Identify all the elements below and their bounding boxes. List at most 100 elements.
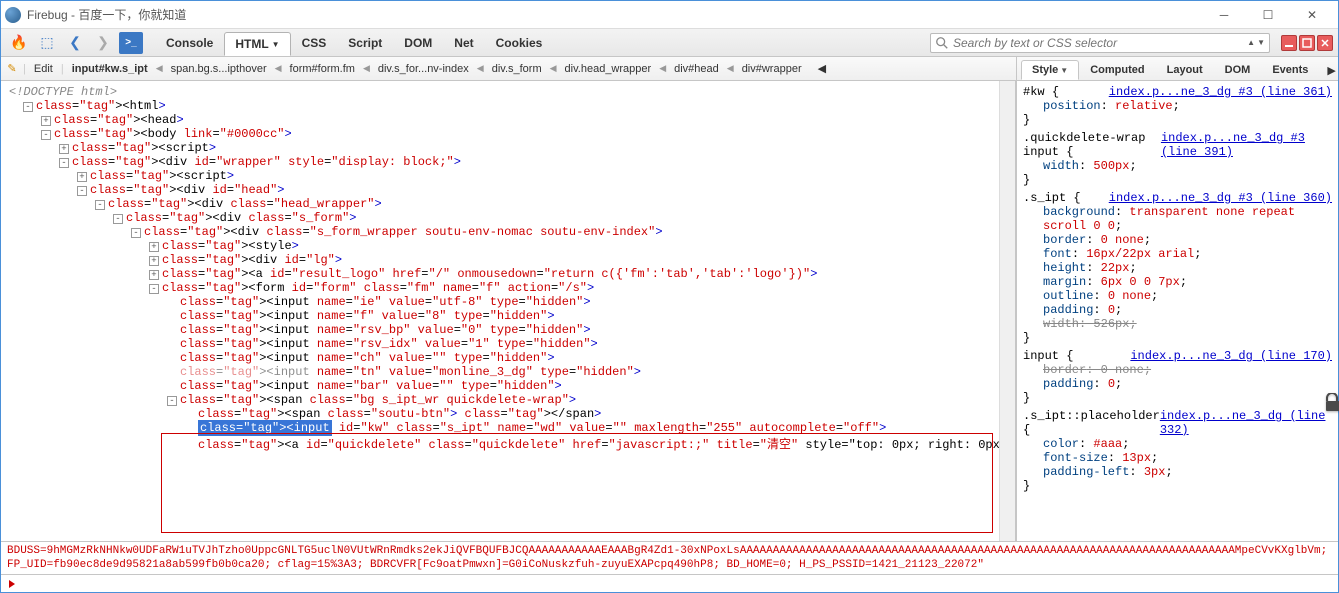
close-button[interactable]: ✕ xyxy=(1290,3,1334,27)
breadcrumb-item[interactable]: div.s_for...nv-index xyxy=(370,60,477,78)
tree-node[interactable]: -class="tag"><div class="s_form_wrapper … xyxy=(9,225,1007,239)
tree-node[interactable]: +class="tag"><script> xyxy=(9,169,1007,183)
back-button[interactable]: ❮ xyxy=(63,32,87,54)
breadcrumb-bar: ✎ | Edit | input#kw.s_ipt◀span.bg.s...ip… xyxy=(1,57,1016,81)
tree-node[interactable]: +class="tag"><style> xyxy=(9,239,1007,253)
toggle-icon[interactable]: + xyxy=(149,256,159,266)
firebug-menu-icon[interactable]: 🔥 xyxy=(7,32,31,54)
prompt-icon xyxy=(7,578,19,590)
tree-node[interactable]: -class="tag"><div class="s_form"> xyxy=(9,211,1007,225)
tree-node[interactable]: class="tag"><input name="tn" value="monl… xyxy=(9,365,1007,379)
toggle-icon[interactable]: - xyxy=(77,186,87,196)
css-rules[interactable]: #kw {index.p...ne_3_dg #3 (line 361)posi… xyxy=(1017,81,1338,541)
minimize-panel-button[interactable] xyxy=(1281,35,1297,51)
panel-tab-net[interactable]: Net xyxy=(443,31,484,55)
command-line-icon[interactable]: >_ xyxy=(119,32,143,54)
toggle-icon[interactable]: + xyxy=(59,144,69,154)
tree-node[interactable]: class="tag"><input name="rsv_bp" value="… xyxy=(9,323,1007,337)
toggle-icon[interactable]: + xyxy=(77,172,87,182)
panel-tab-script[interactable]: Script xyxy=(337,31,393,55)
titlebar: Firebug - 百度一下，你就知道 ─ ☐ ✕ xyxy=(1,1,1338,29)
tree-node[interactable]: -class="tag"><div id="wrapper" style="di… xyxy=(9,155,1007,169)
css-rule[interactable]: input {index.p...ne_3_dg (line 170)borde… xyxy=(1023,349,1332,405)
toggle-icon[interactable]: - xyxy=(41,130,51,140)
html-panel[interactable]: <!DOCTYPE html> -class="tag"><html>+clas… xyxy=(1,81,1016,541)
tree-node[interactable]: class="tag"><input name="f" value="8" ty… xyxy=(9,309,1007,323)
rule-source-link[interactable]: index.p...ne_3_dg #3 (line 361) xyxy=(1109,85,1332,99)
tree-node[interactable]: -class="tag"><div class="head_wrapper"> xyxy=(9,197,1007,211)
side-tab-events[interactable]: Events xyxy=(1261,60,1319,80)
breadcrumb-more[interactable]: ◀ xyxy=(810,59,834,78)
search-input[interactable] xyxy=(953,36,1245,50)
firebug-window: Firebug - 百度一下，你就知道 ─ ☐ ✕ 🔥 ⬚ ❮ ❯ >_ Con… xyxy=(0,0,1339,593)
breadcrumb-item[interactable]: span.bg.s...ipthover xyxy=(163,60,275,78)
main-toolbar: 🔥 ⬚ ❮ ❯ >_ ConsoleHTML▼CSSScriptDOMNetCo… xyxy=(1,29,1338,57)
minimize-button[interactable]: ─ xyxy=(1202,3,1246,27)
cookie-line-2: FP_UID=fb90ec8de9d95821a8ab599fb0b0ca20;… xyxy=(7,559,984,571)
edit-icon[interactable]: ✎ xyxy=(1,62,23,75)
toggle-icon[interactable]: - xyxy=(95,200,105,210)
css-rule[interactable]: .s_ipt {index.p...ne_3_dg #3 (line 360)b… xyxy=(1023,191,1332,345)
panel-tab-console[interactable]: Console xyxy=(155,31,224,55)
chevron-down-icon[interactable]: ▼ xyxy=(1257,38,1265,47)
tree-node[interactable]: -class="tag"><div id="head"> xyxy=(9,183,1007,197)
side-tab-computed[interactable]: Computed xyxy=(1079,60,1155,80)
breadcrumb-item[interactable]: div#wrapper xyxy=(734,60,810,78)
tree-node[interactable]: -class="tag"><span class="bg s_ipt_wr qu… xyxy=(9,393,1007,407)
toggle-icon[interactable]: - xyxy=(149,284,159,294)
close-panel-button[interactable] xyxy=(1317,35,1333,51)
breadcrumb-item[interactable]: div.s_form xyxy=(484,60,550,78)
css-rule[interactable]: #kw {index.p...ne_3_dg #3 (line 361)posi… xyxy=(1023,85,1332,127)
tree-node[interactable]: -class="tag"><html> xyxy=(9,99,1007,113)
breadcrumb-item[interactable]: form#form.fm xyxy=(282,60,363,78)
tree-node[interactable]: -class="tag"><form id="form" class="fm" … xyxy=(9,281,1007,295)
toggle-icon[interactable]: - xyxy=(167,396,177,406)
toggle-icon[interactable]: + xyxy=(41,116,51,126)
inspect-icon[interactable]: ⬚ xyxy=(35,32,59,54)
rule-source-link[interactable]: index.p...ne_3_dg #3 (line 391) xyxy=(1161,131,1332,159)
toggle-icon[interactable]: - xyxy=(113,214,123,224)
tree-node[interactable]: class="tag"><input name="rsv_idx" value=… xyxy=(9,337,1007,351)
forward-button[interactable]: ❯ xyxy=(91,32,115,54)
maximize-button[interactable]: ☐ xyxy=(1246,3,1290,27)
tree-node[interactable]: -class="tag"><body link="#0000cc"> xyxy=(9,127,1007,141)
breadcrumb-item[interactable]: div.head_wrapper xyxy=(557,60,660,78)
tree-node[interactable]: +class="tag"><div id="lg"> xyxy=(9,253,1007,267)
toggle-icon[interactable]: + xyxy=(149,242,159,252)
tree-node[interactable]: +class="tag"><script> xyxy=(9,141,1007,155)
side-more[interactable]: ▶ xyxy=(1319,61,1339,80)
edit-button[interactable]: Edit xyxy=(26,60,61,78)
panel-tab-css[interactable]: CSS xyxy=(291,31,338,55)
search-box[interactable]: ▲ ▼ xyxy=(930,33,1270,53)
breadcrumb-item[interactable]: input#kw.s_ipt xyxy=(64,60,156,78)
side-tab-dom[interactable]: DOM xyxy=(1214,60,1262,80)
toggle-icon[interactable]: - xyxy=(23,102,33,112)
tree-node[interactable]: class="tag"><input name="ie" value="utf-… xyxy=(9,295,1007,309)
tree-node[interactable]: class="tag"><input name="bar" value="" t… xyxy=(9,379,1007,393)
toggle-icon[interactable]: - xyxy=(59,158,69,168)
tree-node[interactable]: class="tag"><span class="soutu-btn"> cla… xyxy=(9,407,1007,421)
toggle-icon[interactable]: - xyxy=(131,228,141,238)
tree-node[interactable]: +class="tag"><head> xyxy=(9,113,1007,127)
detach-panel-button[interactable] xyxy=(1299,35,1315,51)
panel-tab-html[interactable]: HTML▼ xyxy=(224,32,290,56)
panel-tab-dom[interactable]: DOM xyxy=(393,31,443,55)
side-tab-layout[interactable]: Layout xyxy=(1156,60,1214,80)
rule-source-link[interactable]: index.p...ne_3_dg (line 170) xyxy=(1130,349,1332,363)
breadcrumb-item[interactable]: div#head xyxy=(666,60,727,78)
tree-node[interactable]: class="tag"><input id="kw" class="s_ipt"… xyxy=(9,421,1007,435)
chevron-down-icon[interactable]: ▲ xyxy=(1247,38,1255,47)
css-rule[interactable]: .s_ipt::placeholder {index.p...ne_3_dg (… xyxy=(1023,409,1332,493)
panel-tab-cookies[interactable]: Cookies xyxy=(485,31,554,55)
css-rule[interactable]: .quickdelete-wrap input {index.p...ne_3_… xyxy=(1023,131,1332,187)
window-controls-small xyxy=(1280,35,1334,51)
toggle-icon[interactable]: + xyxy=(149,270,159,280)
side-tab-style[interactable]: Style▼ xyxy=(1021,60,1079,80)
tree-node[interactable]: class="tag"><input name="ch" value="" ty… xyxy=(9,351,1007,365)
tree-node[interactable]: +class="tag"><a id="result_logo" href="/… xyxy=(9,267,1007,281)
side-panel-tabs: Style▼ComputedLayoutDOMEvents ▶ xyxy=(1016,57,1338,81)
rule-source-link[interactable]: index.p...ne_3_dg (line 332) xyxy=(1160,409,1332,437)
command-line[interactable] xyxy=(1,574,1338,592)
tree-node[interactable]: class="tag"><a id="quickdelete" class="q… xyxy=(9,435,1007,452)
rule-source-link[interactable]: index.p...ne_3_dg #3 (line 360) xyxy=(1109,191,1332,205)
